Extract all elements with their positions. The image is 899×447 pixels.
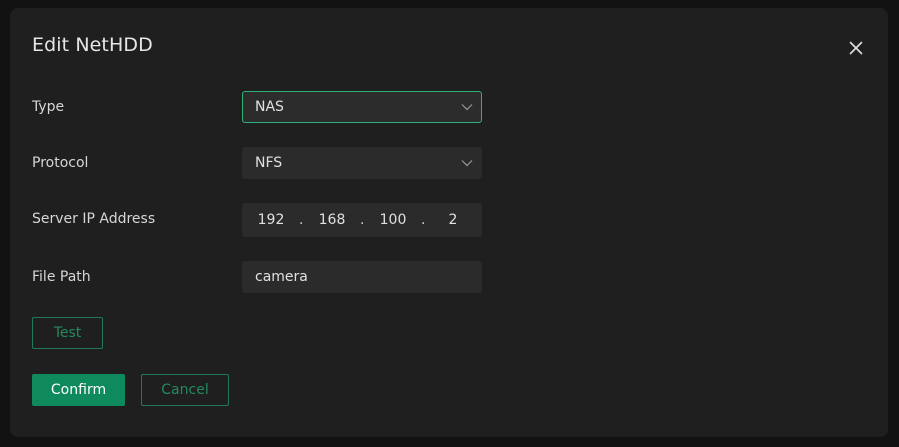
type-label: Type [32,99,65,115]
server-ip-label: Server IP Address [32,211,156,227]
server-ip-field: 192 . 168 . 100 . 2 [242,203,482,237]
confirm-button[interactable]: Confirm [32,374,125,406]
ip-octet-2-input[interactable]: 168 [312,212,352,228]
protocol-select[interactable]: NFS [242,147,482,179]
test-button[interactable]: Test [32,317,103,349]
ip-octet-4-input[interactable]: 2 [433,212,473,228]
file-path-label: File Path [32,269,91,285]
protocol-select-value: NFS [255,155,283,171]
close-icon[interactable] [846,38,866,58]
chevron-down-icon [461,157,473,169]
ip-separator: . [299,212,304,228]
ip-separator: . [360,212,365,228]
edit-nethdd-dialog: Edit NetHDD Type NAS Protocol NFS Server… [10,8,888,437]
dialog-title: Edit NetHDD [32,34,153,56]
ip-octet-3-input[interactable]: 100 [373,212,413,228]
ip-separator: . [421,212,426,228]
protocol-label: Protocol [32,155,89,171]
chevron-down-icon [461,101,473,113]
ip-octet-1-input[interactable]: 192 [251,212,291,228]
type-select[interactable]: NAS [242,91,482,123]
type-select-value: NAS [255,99,284,115]
file-path-input[interactable] [242,261,482,293]
cancel-button[interactable]: Cancel [141,374,229,406]
